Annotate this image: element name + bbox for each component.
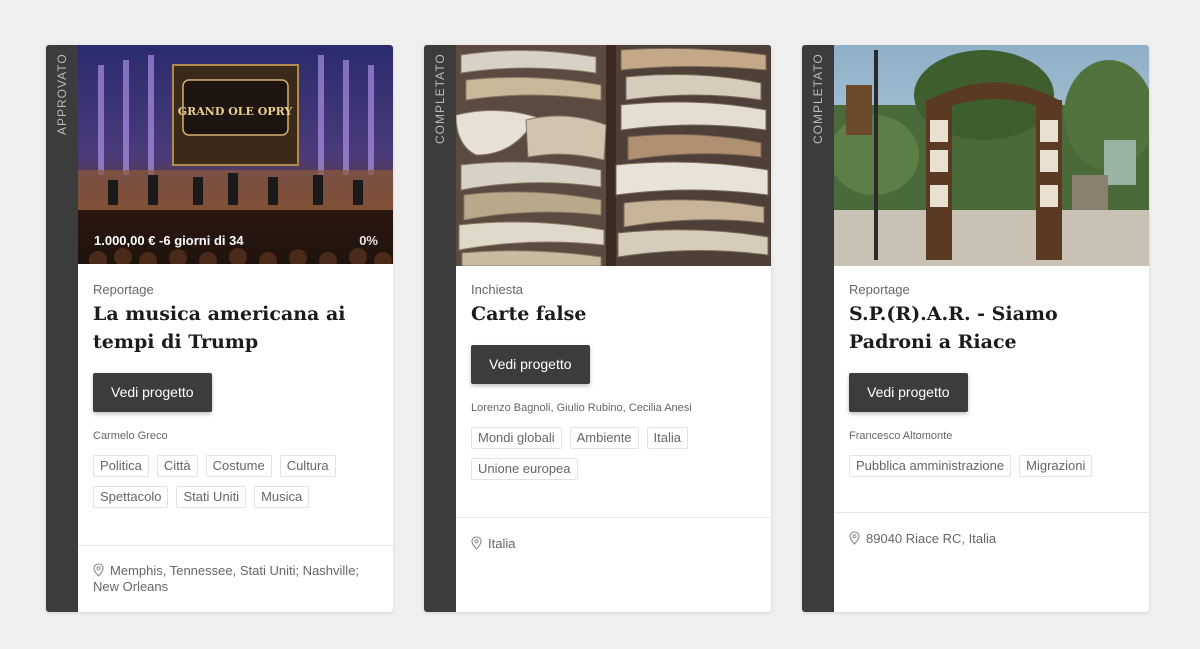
map-pin-icon (471, 536, 482, 550)
tag[interactable]: Unione europea (471, 458, 578, 480)
card-body: Inchiesta Carte false Vedi progetto Lore… (471, 282, 757, 480)
funding-info: 1.000,00 € -6 giorni di 34 (94, 233, 244, 248)
view-project-button[interactable]: Vedi progetto (471, 345, 590, 384)
location-text: Italia (488, 536, 516, 551)
tag-list: Pubblica amministrazione Migrazioni (849, 455, 1135, 477)
project-location: 89040 Riace RC, Italia (849, 531, 1135, 547)
project-card[interactable]: COMPLETATO (802, 45, 1149, 612)
status-label: COMPLETATO (433, 53, 447, 144)
project-image[interactable]: GRAND OLE OPRY (78, 45, 393, 264)
divider (456, 517, 771, 518)
project-card[interactable]: APPROVATO GRAND OLE OPRY 1.000,00 € -6 g… (46, 45, 393, 612)
tag[interactable]: Musica (254, 486, 310, 508)
project-image[interactable] (834, 45, 1149, 266)
view-project-button[interactable]: Vedi progetto (849, 373, 968, 412)
tag[interactable]: Città (156, 455, 198, 477)
divider (78, 545, 393, 546)
tag[interactable]: Italia (646, 427, 688, 449)
card-body: Reportage S.P.(R).A.R. - Siamo Padroni a… (849, 282, 1135, 477)
location-text: Memphis, Tennessee, Stati Uniti; Nashvil… (93, 563, 360, 594)
project-category: Reportage (93, 282, 154, 297)
location-text: 89040 Riace RC, Italia (866, 531, 997, 546)
project-category: Inchiesta (471, 282, 524, 297)
tag[interactable]: Migrazioni (1019, 455, 1093, 477)
project-authors[interactable]: Carmelo Greco (93, 430, 379, 442)
project-card[interactable]: COMPLETATO (424, 45, 771, 612)
map-pin-icon (93, 563, 104, 577)
tag[interactable]: Mondi globali (471, 427, 562, 449)
project-title[interactable]: La musica americana ai tempi di Trump (93, 300, 379, 356)
opry-sign: GRAND OLE OPRY (178, 105, 293, 118)
project-authors[interactable]: Francesco Altomonte (849, 430, 1135, 442)
status-bar: COMPLETATO (802, 45, 834, 612)
tag[interactable]: Spettacolo (93, 486, 169, 508)
tag[interactable]: Politica (93, 455, 149, 477)
status-bar: COMPLETATO (424, 45, 456, 612)
status-label: COMPLETATO (811, 53, 825, 144)
tag[interactable]: Stati Uniti (176, 486, 247, 508)
project-location: Italia (471, 536, 757, 552)
project-category: Reportage (849, 282, 910, 297)
tag[interactable]: Costume (205, 455, 272, 477)
divider (834, 512, 1149, 513)
map-pin-icon (849, 531, 860, 545)
tag-list: Politica Città Costume Cultura Spettacol… (93, 455, 379, 508)
status-label: APPROVATO (55, 53, 69, 135)
tag-list: Mondi globali Ambiente Italia Unione eur… (471, 427, 757, 480)
project-title[interactable]: Carte false (471, 300, 757, 328)
tag[interactable]: Cultura (279, 455, 336, 477)
card-body: Reportage La musica americana ai tempi d… (93, 282, 379, 508)
tag[interactable]: Ambiente (569, 427, 639, 449)
status-bar: APPROVATO (46, 45, 78, 612)
project-location: Memphis, Tennessee, Stati Uniti; Nashvil… (93, 563, 379, 595)
project-title[interactable]: S.P.(R).A.R. - Siamo Padroni a Riace (849, 300, 1135, 356)
project-image[interactable] (456, 45, 771, 266)
funding-percent: 0% (359, 233, 378, 248)
project-authors[interactable]: Lorenzo Bagnoli, Giulio Rubino, Cecilia … (471, 402, 757, 414)
view-project-button[interactable]: Vedi progetto (93, 373, 212, 412)
tag[interactable]: Pubblica amministrazione (849, 455, 1012, 477)
